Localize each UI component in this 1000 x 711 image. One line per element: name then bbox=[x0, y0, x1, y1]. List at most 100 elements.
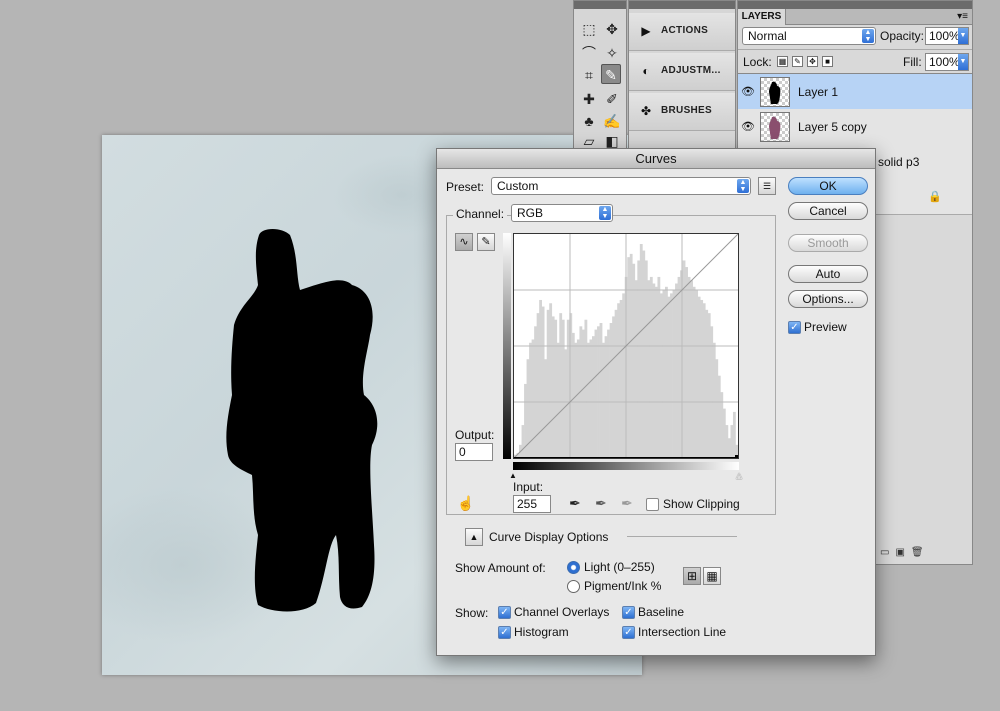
brush-icon[interactable]: ✐ bbox=[602, 89, 622, 109]
select-arrows-icon: ▲ ▼ bbox=[599, 206, 611, 220]
simple-grid-icon[interactable]: ⊞ bbox=[683, 567, 701, 585]
healing-brush-icon[interactable]: ✚ bbox=[579, 89, 599, 109]
dock-item-label: ADJUSTM... bbox=[661, 65, 721, 76]
dialog-title[interactable]: Curves bbox=[437, 149, 875, 169]
gray-eyedropper-icon[interactable]: ✒ bbox=[595, 495, 607, 512]
light-label: Light (0–255) bbox=[584, 560, 655, 574]
eyedropper-icon[interactable]: ✎ bbox=[601, 64, 621, 84]
fill-value: 100% bbox=[929, 55, 960, 69]
curve-graph[interactable] bbox=[513, 233, 739, 459]
smooth-button[interactable]: Smooth bbox=[788, 234, 868, 252]
panel-menu-icon[interactable]: ▾≡ bbox=[957, 9, 968, 25]
histogram-bar bbox=[695, 290, 699, 458]
ok-button[interactable]: OK bbox=[788, 177, 868, 195]
channel-select[interactable]: RGB ▲ ▼ bbox=[511, 204, 613, 222]
dock-titlebar[interactable] bbox=[629, 1, 735, 9]
options-button[interactable]: Options... bbox=[788, 290, 868, 308]
channel-label: Channel: bbox=[453, 207, 508, 221]
lock-pixels-icon[interactable]: ✎ bbox=[792, 56, 803, 67]
blend-mode-select[interactable]: Normal ▲ ▼ bbox=[742, 27, 876, 45]
preview-checkbox[interactable]: ✓ bbox=[788, 321, 801, 334]
tab-layers[interactable]: LAYERS bbox=[738, 9, 786, 25]
layer-footer-icons[interactable]: ●▭▣🗑 bbox=[868, 547, 930, 558]
lock-icon: 🔒 bbox=[928, 191, 942, 203]
preset-select[interactable]: Custom ▲ ▼ bbox=[491, 177, 751, 195]
histogram-bar bbox=[662, 290, 666, 458]
histogram-bar bbox=[654, 286, 658, 458]
curve-graph-svg bbox=[513, 233, 739, 459]
tools-panel-titlebar[interactable] bbox=[574, 1, 626, 9]
marquee-icon[interactable]: ⬚ bbox=[579, 19, 599, 39]
layer-row[interactable]: 👁 Layer 5 copy bbox=[738, 109, 972, 145]
brushes-icon: ✤ bbox=[640, 104, 652, 118]
opacity-input[interactable]: 100% ▼ bbox=[925, 27, 969, 45]
curves-dialog: Curves Preset: Custom ▲ ▼ ☰ Channel: RGB … bbox=[436, 148, 876, 656]
lock-transparent-icon[interactable]: ▦ bbox=[777, 56, 788, 67]
histogram-bar bbox=[702, 303, 706, 458]
black-point-slider-icon[interactable]: ▲ bbox=[509, 471, 517, 480]
black-eyedropper-icon[interactable]: ✒ bbox=[569, 495, 581, 512]
lock-position-icon[interactable]: ✥ bbox=[807, 56, 818, 67]
collapse-toggle-icon[interactable]: ▲ bbox=[465, 528, 483, 546]
select-arrows-icon: ▲ ▼ bbox=[737, 179, 749, 193]
pigment-label: Pigment/Ink % bbox=[584, 579, 662, 593]
opacity-value: 100% bbox=[929, 29, 960, 43]
histogram-bar bbox=[712, 342, 716, 458]
curve-edit-icon[interactable]: ∿ bbox=[455, 233, 473, 251]
channel-overlays-checkbox[interactable]: ✓ bbox=[498, 606, 511, 619]
lock-all-icon[interactable]: ■ bbox=[822, 56, 833, 67]
histogram-bar bbox=[629, 253, 633, 458]
blend-mode-value: Normal bbox=[748, 29, 787, 43]
preview-label: Preview bbox=[804, 320, 847, 334]
histogram-bar bbox=[536, 313, 540, 458]
dock-item-brushes[interactable]: ✤ BRUSHES bbox=[629, 93, 735, 131]
histogram-bar bbox=[677, 276, 681, 458]
cancel-button[interactable]: Cancel bbox=[788, 202, 868, 220]
output-input[interactable]: 0 bbox=[455, 443, 493, 461]
input-field[interactable]: 255 bbox=[513, 495, 551, 513]
intersection-line-checkbox[interactable]: ✓ bbox=[622, 626, 635, 639]
histogram-bar bbox=[576, 339, 580, 458]
histogram-bar bbox=[559, 313, 563, 458]
histogram-bar bbox=[544, 359, 548, 458]
lasso-icon[interactable]: ⌒ bbox=[579, 43, 599, 63]
dock-item-adjustments[interactable]: ◐ ADJUSTM... bbox=[629, 53, 735, 91]
panel-dock: ▶ ACTIONS ◐ ADJUSTM... ✤ BRUSHES bbox=[628, 0, 736, 150]
histogram-checkbox[interactable]: ✓ bbox=[498, 626, 511, 639]
histogram-bar bbox=[594, 329, 598, 458]
history-brush-icon[interactable]: ✍ bbox=[602, 111, 622, 131]
pencil-icon[interactable]: ✎ bbox=[477, 233, 495, 251]
dropdown-arrow-icon: ▼ bbox=[958, 28, 968, 44]
preset-options-icon[interactable]: ☰ bbox=[758, 177, 776, 195]
histogram-bar bbox=[612, 316, 615, 458]
dock-item-actions[interactable]: ▶ ACTIONS bbox=[629, 13, 735, 51]
curve-point[interactable] bbox=[735, 455, 739, 459]
histogram-bar bbox=[627, 257, 631, 458]
magic-wand-icon[interactable]: ✧ bbox=[602, 43, 622, 63]
light-radio[interactable] bbox=[567, 561, 580, 574]
show-clipping-label: Show Clipping bbox=[663, 497, 740, 511]
baseline-checkbox[interactable]: ✓ bbox=[622, 606, 635, 619]
eye-icon[interactable]: 👁 bbox=[741, 85, 755, 98]
layer-thumbnail bbox=[760, 112, 790, 142]
layer-name: Layer 1 bbox=[798, 85, 839, 99]
crop-icon[interactable]: ⌗ bbox=[579, 65, 599, 85]
detailed-grid-icon[interactable]: ▦ bbox=[703, 567, 721, 585]
white-eyedropper-icon[interactable]: ✒ bbox=[621, 495, 633, 512]
layer-row[interactable]: 👁 Layer 1 bbox=[738, 74, 972, 110]
on-image-adjust-icon[interactable]: ☝ bbox=[457, 495, 474, 512]
fill-input[interactable]: 100% ▼ bbox=[925, 53, 969, 71]
pigment-radio[interactable] bbox=[567, 580, 580, 593]
histogram-bar bbox=[687, 276, 691, 458]
histogram-bar bbox=[657, 276, 661, 458]
histogram-bar bbox=[722, 408, 726, 458]
histogram-bar bbox=[521, 425, 525, 458]
layers-panel-titlebar[interactable] bbox=[738, 1, 972, 9]
white-point-slider-icon[interactable]: △ bbox=[736, 471, 742, 480]
auto-button[interactable]: Auto bbox=[788, 265, 868, 283]
histogram-bar bbox=[639, 244, 643, 458]
clone-stamp-icon[interactable]: ♣ bbox=[579, 111, 599, 131]
show-clipping-checkbox[interactable]: ✓ bbox=[646, 498, 659, 511]
move-icon[interactable]: ✥ bbox=[602, 19, 622, 39]
eye-icon[interactable]: 👁 bbox=[741, 120, 755, 133]
